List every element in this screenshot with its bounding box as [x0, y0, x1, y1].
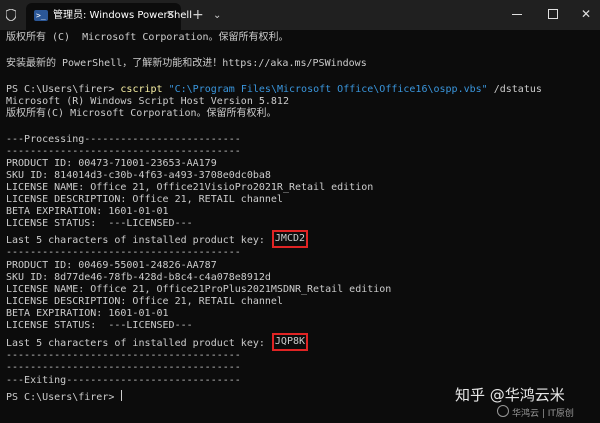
new-tab-button[interactable]: + [192, 7, 204, 23]
watermark: 知乎 @华鸿云米 [455, 386, 565, 404]
terminal-line: PRODUCT ID: 00469-55001-24826-AA787 [6, 260, 217, 271]
terminal-line: --------------------------------------- [6, 146, 241, 157]
powershell-icon: >_ [34, 10, 48, 21]
watermark-sub: 华鸿云 | IT原创 [497, 405, 574, 420]
title-bar: >_ 管理员: Windows PowerShell ✕ + ⌄ ✕ [0, 0, 600, 30]
terminal-output[interactable]: 版权所有 (C) Microsoft Corporation。保留所有权利。 安… [6, 32, 596, 417]
command-path: "C:\Program Files\Microsoft Office\Offic… [168, 84, 488, 95]
minimize-button[interactable] [512, 8, 524, 20]
command-line: PS C:\Users\firer> cscript "C:\Program F… [6, 84, 542, 96]
highlighted-product-key: JMCD2 [271, 230, 309, 248]
tab-powershell[interactable]: >_ 管理员: Windows PowerShell ✕ [26, 3, 192, 30]
terminal-line: LICENSE NAME: Office 21, Office21VisioPr… [6, 182, 374, 193]
maximize-button[interactable] [548, 8, 560, 20]
terminal-line: 版权所有 (C) Microsoft Corporation。保留所有权利。 [6, 32, 289, 43]
command-arg: /dstatus [493, 84, 542, 95]
terminal-line: --------------------------------------- [6, 362, 241, 373]
terminal-line: --------------------------------------- [6, 350, 241, 361]
close-button[interactable]: ✕ [581, 8, 593, 20]
terminal-line: ---Exiting----------------------------- [6, 375, 241, 386]
terminal-line: LICENSE NAME: Office 21, Office21ProPlus… [6, 284, 392, 295]
tab-close-icon[interactable]: ✕ [166, 8, 175, 22]
terminal-line: --------------------------------------- [6, 247, 241, 258]
terminal-line: BETA EXPIRATION: 1601-01-01 [6, 308, 169, 319]
prompt: PS C:\Users\firer> [6, 84, 115, 95]
terminal-line: BETA EXPIRATION: 1601-01-01 [6, 206, 169, 217]
terminal-line: LICENSE STATUS: ---LICENSED--- [6, 320, 193, 331]
terminal-line: ---Processing-------------------------- [6, 134, 241, 145]
prompt: PS C:\Users\firer> [6, 392, 115, 403]
powershell-window: >_ 管理员: Windows PowerShell ✕ + ⌄ ✕ 版权所有 … [0, 0, 600, 423]
chevron-down-icon[interactable]: ⌄ [213, 8, 221, 24]
terminal-line: Microsoft (R) Windows Script Host Versio… [6, 96, 289, 107]
shield-icon [6, 9, 16, 21]
text-cursor [121, 390, 123, 401]
product-key-line: Last 5 characters of installed product k… [6, 230, 309, 248]
command-word: cscript [120, 84, 163, 95]
highlighted-product-key: JQP8K [271, 333, 309, 351]
terminal-line: LICENSE DESCRIPTION: Office 21, RETAIL c… [6, 194, 283, 205]
terminal-line: 版权所有(C) Microsoft Corporation。保留所有权利。 [6, 108, 277, 119]
prompt-line[interactable]: PS C:\Users\firer> [6, 390, 123, 403]
terminal-line: SKU ID: 814014d3-c30b-4f63-a493-3708e0dc… [6, 170, 271, 181]
watermark-logo-icon [497, 405, 509, 417]
terminal-line: 安装最新的 PowerShell，了解新功能和改进！https://aka.ms… [6, 58, 367, 69]
terminal-line: LICENSE STATUS: ---LICENSED--- [6, 218, 193, 229]
terminal-line: PRODUCT ID: 00473-71001-23653-AA179 [6, 158, 217, 169]
terminal-line: LICENSE DESCRIPTION: Office 21, RETAIL c… [6, 296, 283, 307]
terminal-line: SKU ID: 8d77de46-78fb-428d-b8c4-c4a078e8… [6, 272, 271, 283]
product-key-line: Last 5 characters of installed product k… [6, 333, 309, 351]
